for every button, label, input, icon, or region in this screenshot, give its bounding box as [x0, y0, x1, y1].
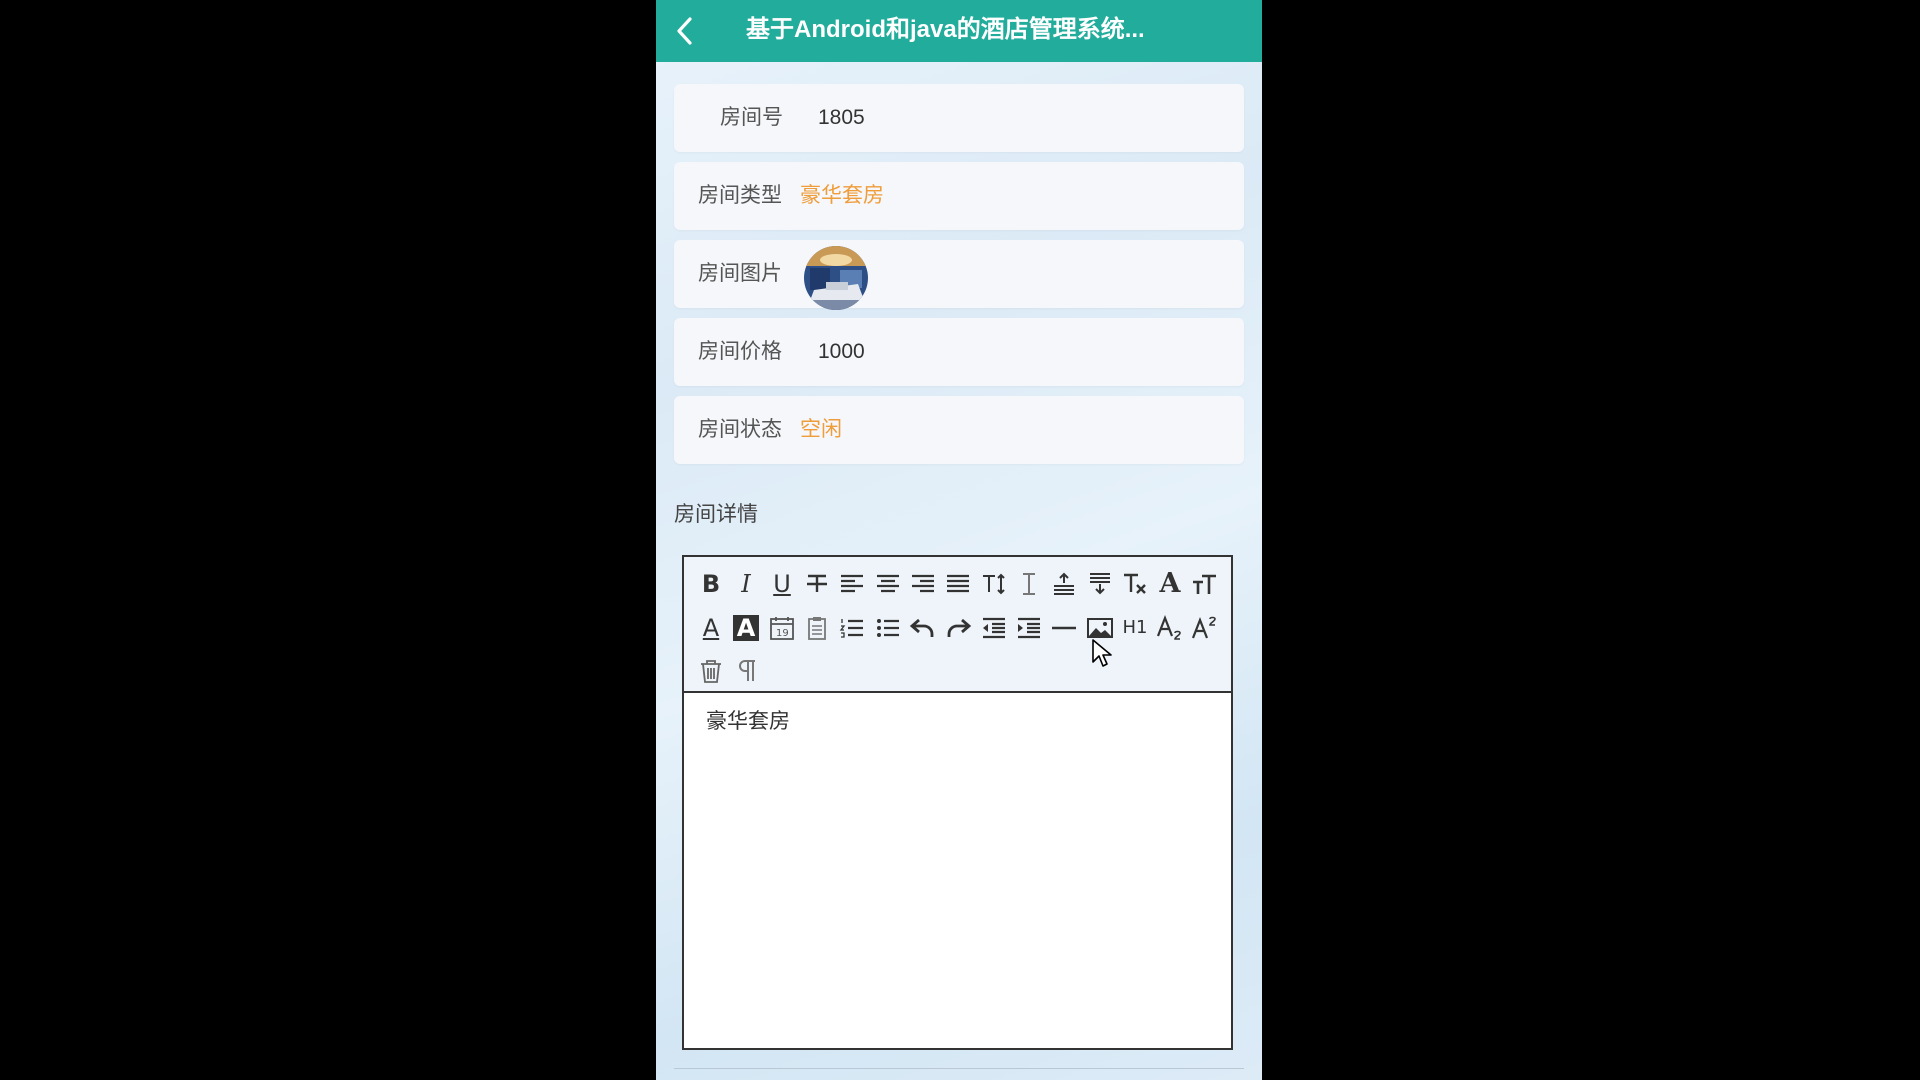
underline-button[interactable]: U: [767, 569, 797, 599]
outdent-button[interactable]: [979, 613, 1009, 643]
undo-button[interactable]: [908, 613, 938, 643]
top-bar: 基于Android和java的酒店管理系统...: [656, 0, 1262, 62]
paragraph-spacing-up-icon: [1054, 572, 1074, 595]
paragraph-mark-button[interactable]: [731, 656, 761, 686]
paste-button[interactable]: [802, 613, 832, 643]
room-image-row: 房间图片: [674, 240, 1244, 310]
room-status-label: 房间状态: [698, 418, 782, 441]
paragraph-icon: [739, 660, 755, 681]
heading-button[interactable]: H1: [1120, 613, 1150, 643]
room-number-row: 房间号 1805: [674, 84, 1244, 152]
letter-spacing-icon: [1023, 573, 1035, 595]
date-icon: 19: [770, 617, 794, 640]
room-number-label: 房间号: [720, 106, 783, 129]
line-height-button[interactable]: [979, 569, 1009, 599]
strikethrough-icon: [807, 574, 827, 592]
redo-icon: [947, 618, 972, 637]
align-justify-button[interactable]: [943, 569, 973, 599]
paragraph-spacing-down-icon: [1090, 573, 1110, 595]
paragraph-spacing-bottom-button[interactable]: [1085, 569, 1115, 599]
clear-format-button[interactable]: [1120, 569, 1150, 599]
divider: [674, 1068, 1244, 1069]
font-size-icon: [1193, 574, 1216, 594]
redo-button[interactable]: [943, 613, 973, 643]
horizontal-rule-button[interactable]: [1049, 613, 1079, 643]
room-type-label: 房间类型: [698, 184, 782, 207]
align-left-button[interactable]: [837, 569, 867, 599]
outdent-icon: [983, 617, 1005, 639]
indent-button[interactable]: [1014, 613, 1044, 643]
delete-button[interactable]: [696, 656, 726, 686]
insert-date-button[interactable]: 19: [767, 613, 797, 643]
room-price-label: 房间价格: [698, 340, 782, 363]
strikethrough-button[interactable]: [802, 569, 832, 599]
subscript-icon: [1156, 614, 1181, 640]
unordered-list-button[interactable]: [873, 613, 903, 643]
paragraph-spacing-top-button[interactable]: [1049, 569, 1079, 599]
align-right-button[interactable]: [908, 569, 938, 599]
unordered-list-icon: [877, 619, 899, 637]
room-type-row: 房间类型 豪华套房: [674, 162, 1244, 230]
room-image-label: 房间图片: [698, 262, 782, 285]
ordered-list-icon: [839, 619, 863, 638]
clear-format-icon: [1124, 573, 1146, 594]
paste-icon: [808, 617, 826, 640]
letter-spacing-button[interactable]: [1014, 569, 1044, 599]
align-justify-icon: [947, 574, 969, 593]
line-height-icon: [983, 573, 1005, 595]
superscript-button[interactable]: [1190, 613, 1220, 643]
subscript-button[interactable]: [1155, 613, 1185, 643]
room-detail-label: 房间详情: [674, 503, 758, 526]
undo-icon: [909, 618, 934, 637]
background-color-button[interactable]: A: [733, 615, 759, 641]
room-number-field[interactable]: 1805: [818, 84, 865, 152]
font-color-button[interactable]: A: [696, 613, 726, 643]
horizontal-rule-icon: [1052, 626, 1076, 630]
trash-icon: [701, 660, 721, 683]
room-status-row: 房间状态 空闲: [674, 396, 1244, 464]
mouse-cursor-icon: [1092, 639, 1112, 667]
editor-toolbar: B I U A A A 19 H1: [684, 557, 1231, 693]
indent-icon: [1018, 617, 1040, 639]
superscript-icon: [1191, 616, 1216, 639]
room-price-row: 房间价格 1000: [674, 318, 1244, 386]
bold-button[interactable]: B: [696, 569, 726, 599]
room-photo-icon: [804, 246, 868, 310]
room-image-thumbnail[interactable]: [804, 246, 868, 310]
editor-content[interactable]: 豪华套房: [706, 705, 790, 735]
room-price-field[interactable]: 1000: [818, 318, 865, 386]
align-center-icon: [877, 574, 899, 593]
phone-screen: 基于Android和java的酒店管理系统... 房间号 1805 房间类型 豪…: [656, 0, 1262, 1080]
align-right-icon: [912, 574, 934, 593]
font-size-button[interactable]: [1190, 569, 1220, 599]
svg-text:19: 19: [776, 628, 789, 639]
italic-button[interactable]: I: [731, 569, 761, 599]
page-title: 基于Android和java的酒店管理系统...: [746, 16, 1145, 43]
room-type-select[interactable]: 豪华套房: [800, 162, 884, 230]
chevron-left-icon: [677, 17, 692, 45]
align-left-icon: [841, 574, 863, 593]
align-center-button[interactable]: [873, 569, 903, 599]
ordered-list-button[interactable]: [837, 613, 867, 643]
rich-text-editor: B I U A A A 19 H1 豪华套房: [682, 555, 1233, 1050]
font-family-button[interactable]: A: [1155, 569, 1185, 599]
room-status-select[interactable]: 空闲: [800, 396, 842, 464]
back-button[interactable]: [672, 14, 700, 48]
